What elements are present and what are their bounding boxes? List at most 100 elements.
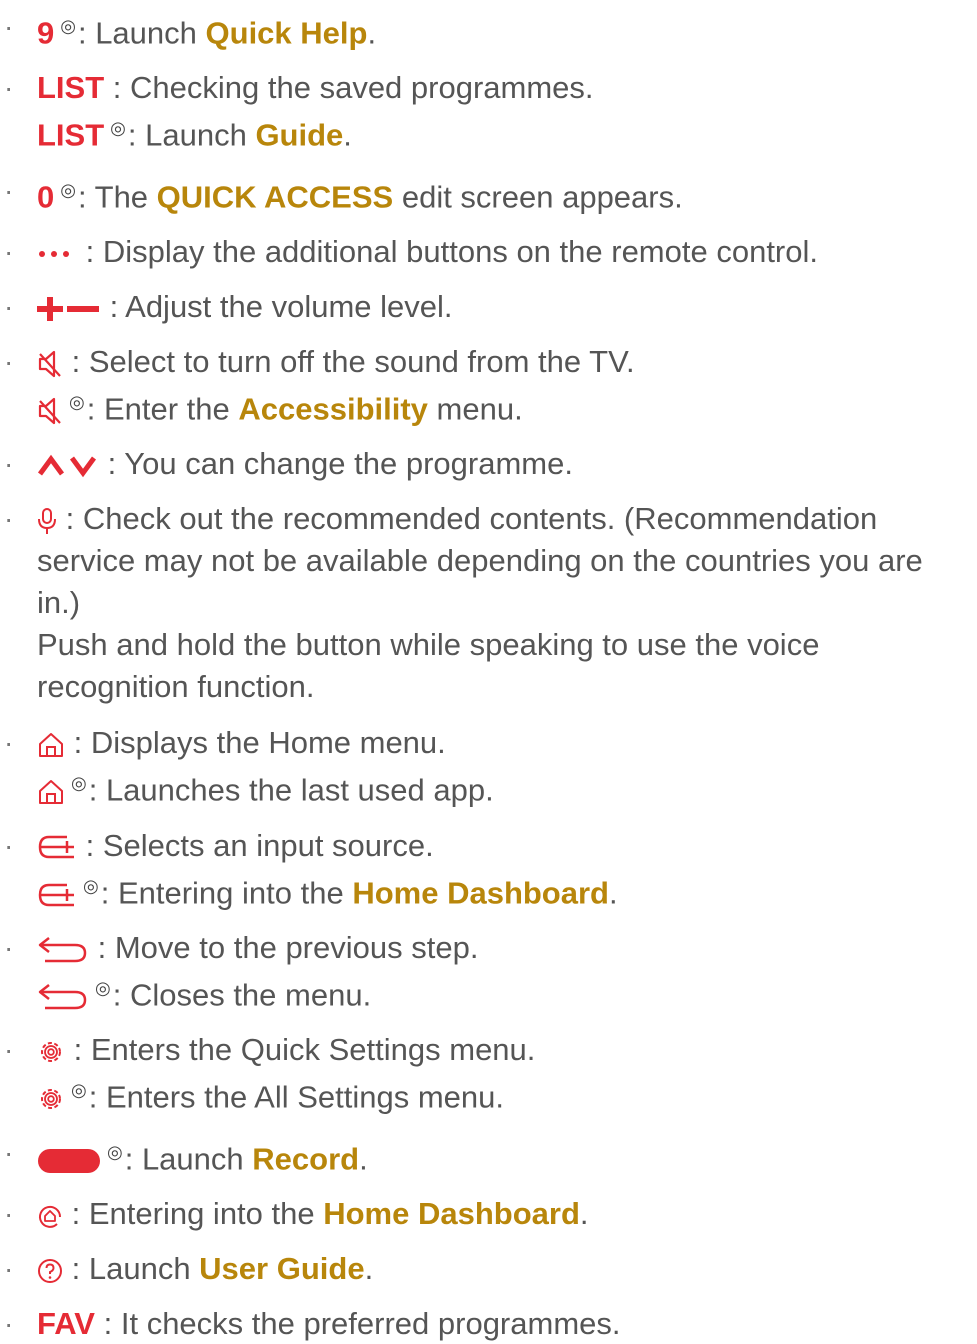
key-0-label: 0 [37,178,55,214]
item-text: : Select to turn off the sound from the … [71,343,635,379]
list-item-channel: · : You can change the programme. [0,443,977,484]
quick-access-link: QUICK ACCESS [156,178,394,214]
key-9-label: 9 [37,15,55,51]
key-list-label-long: LIST [37,117,105,153]
bullet: · [4,1252,14,1284]
list-item-settings: · : Enters the Quick Settings menu. ◎: E… [0,1029,977,1117]
guide-link: Guide [255,117,344,153]
long-press-icon: ◎ [110,118,126,139]
bullet: · [4,1034,14,1066]
back-icon [37,982,89,1012]
list-item-9-long-press: · 9 ◎: Launch Quick Help. [0,6,977,53]
bullet: · [4,1136,14,1168]
bullet: · [4,174,14,206]
item-end: . [367,15,377,51]
bullet: · [4,931,14,963]
home-dashboard-icon [37,1203,63,1229]
item-text: : Launch [71,1250,200,1286]
list-item-back: · : Move to the previous step. ◎: Closes… [0,927,977,1015]
long-press-icon: ◎ [83,875,99,896]
item-text: : Entering into the [100,874,353,910]
bullet: · [4,503,14,535]
bullet: · [4,345,14,377]
input-source-icon [37,833,77,861]
item-text: : Launches the last used app. [88,772,494,808]
bullet: · [4,72,14,104]
microphone-icon [37,507,57,535]
item-end: . [609,874,618,910]
item-text: : Adjust the volume level. [109,288,453,324]
key-list-label: LIST [37,70,105,106]
list-item-fav: · FAV : It checks the preferred programm… [0,1303,977,1344]
item-text: menu. [427,391,523,427]
bullet: · [4,235,14,267]
list-item-input: · : Selects an input source. ◎: Entering… [0,825,977,913]
item-text: Push and hold the button while speaking … [37,627,820,705]
channel-up-down-icon [37,454,99,478]
item-end: . [364,1250,374,1286]
item-text: : Closes the menu. [112,977,372,1013]
long-press-icon: ◎ [71,1080,87,1101]
mute-icon [37,350,63,378]
item-text: : Launch [127,117,256,153]
long-press-icon: ◎ [71,773,87,794]
settings-icon [37,1085,65,1113]
item-text: : Launch [124,1140,253,1176]
item-text: : Enters the Quick Settings menu. [73,1032,536,1068]
list-item-microphone: · : Check out the recommended contents. … [0,498,977,708]
home-dashboard-link: Home Dashboard [323,1195,580,1231]
item-text: : Enters the All Settings menu. [88,1079,504,1115]
user-guide-link: User Guide [199,1250,365,1286]
record-link: Record [252,1140,360,1176]
bullet: · [4,1197,14,1229]
list-item-0-long-press: · 0 ◎: The QUICK ACCESS edit screen appea… [0,170,977,217]
home-icon [37,732,65,758]
item-text: edit screen appears. [393,178,683,214]
item-text: : The [77,178,157,214]
input-source-icon [37,881,77,909]
key-fav-label: FAV [37,1305,95,1341]
volume-plus-minus-icon [37,296,101,321]
remote-button-list: · 9 ◎: Launch Quick Help. · LIST : Checki… [0,0,977,1344]
item-text: : Selects an input source. [85,827,434,863]
bullet: · [4,290,14,322]
bullet: · [4,448,14,480]
list-item-more: · : Display the additional buttons on th… [0,231,977,272]
bullet: · [4,727,14,759]
bullet: · [4,1307,14,1339]
long-press-icon: ◎ [60,16,76,36]
list-item-home: · : Displays the Home menu. ◎: Launches … [0,722,977,810]
item-text: : Checking the saved programmes. [112,70,594,106]
home-dashboard-link: Home Dashboard [352,874,609,910]
item-text: : It checks the preferred programmes. [103,1305,621,1341]
more-dots-icon [37,244,77,264]
item-text: : Move to the previous step. [97,929,479,965]
list-item-mute: · : Select to turn off the sound from th… [0,341,977,429]
mute-icon [37,397,63,425]
item-text: : You can change the programme. [107,446,573,482]
list-item-record: · ◎: Launch Record. [0,1132,977,1179]
item-end: . [579,1195,589,1231]
item-text: : Launch [77,15,206,51]
list-item-home-dashboard: · : Entering into the Home Dashboard. [0,1193,977,1234]
record-button-icon [37,1147,101,1175]
quick-help-link: Quick Help [205,15,368,51]
long-press-icon: ◎ [95,977,111,998]
item-text: : Displays the Home menu. [73,725,446,761]
item-text: : Check out the recommended contents. (R… [37,501,923,621]
long-press-icon: ◎ [69,391,85,412]
long-press-icon: ◎ [107,1141,123,1162]
list-item-volume: · : Adjust the volume level. [0,286,977,327]
item-text: : Enter the [86,391,239,427]
bullet: · [4,11,14,42]
bullet: · [4,829,14,861]
item-end: . [359,1140,368,1176]
item-end: . [343,117,352,153]
back-icon [37,935,89,965]
list-item-list: · LIST : Checking the saved programmes. … [0,67,977,155]
settings-icon [37,1038,65,1066]
accessibility-link: Accessibility [238,391,428,427]
long-press-icon: ◎ [60,179,76,200]
item-text: : Entering into the [71,1195,324,1231]
item-text: : Display the additional buttons on the … [85,233,818,269]
